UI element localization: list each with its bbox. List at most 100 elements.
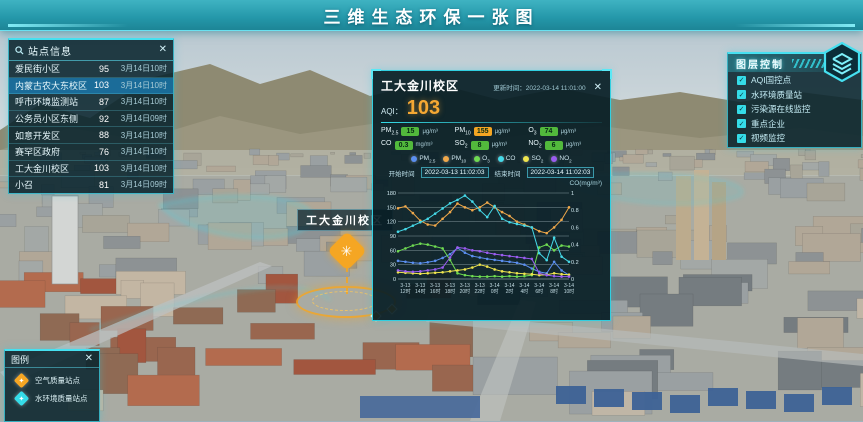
pollutant-value-badge: 0.3 xyxy=(395,141,413,150)
pollutant-unit: μg/m³ xyxy=(495,129,510,135)
marker-ground-ring-inner xyxy=(312,291,378,311)
station-list: 爱民街小区 95 3月14日10时内蒙古农大东校区 103 3月14日10时呼市… xyxy=(9,61,173,194)
layer-item[interactable]: ✓ 水环境质量站 xyxy=(737,88,861,101)
series-legend-toggle[interactable]: PM2.5 xyxy=(411,155,435,163)
corner-decoration xyxy=(371,69,381,79)
series-color-dot xyxy=(551,156,557,162)
aqi-value: 103 xyxy=(407,97,440,120)
checkbox-checked-icon[interactable]: ✓ xyxy=(737,76,746,85)
layer-label: 水环境质量站 xyxy=(751,89,802,101)
station-panel-title: 站点信息 xyxy=(28,43,159,58)
station-row[interactable]: 工大金川校区 103 3月14日10时 xyxy=(9,161,173,178)
legend-marker-icon: ✦ xyxy=(14,391,30,407)
station-row[interactable]: 如意开发区 88 3月14日10时 xyxy=(9,127,173,144)
map-legend-panel: 图例 ✕ ✦ 空气质量站点✦ 水环境质量站点 xyxy=(4,349,100,422)
close-icon[interactable]: ✕ xyxy=(85,354,93,364)
station-aqi: 95 xyxy=(87,64,109,74)
pollutant-value-badge: 15 xyxy=(401,127,419,136)
series-color-dot xyxy=(411,156,417,162)
series-legend-toggle[interactable]: PM10 xyxy=(443,155,466,163)
close-icon[interactable]: ✕ xyxy=(159,45,167,55)
legend-label: 水环境质量站点 xyxy=(35,393,88,404)
header-decoration xyxy=(735,24,855,27)
end-time-input[interactable]: 2022-03-14 11:02:03 xyxy=(527,167,595,178)
pollutant-unit: μg/m³ xyxy=(422,129,437,135)
pollutant-value-badge: 155 xyxy=(474,127,492,136)
legend-label: 空气质量站点 xyxy=(35,375,80,386)
svg-text:0.4: 0.4 xyxy=(571,243,579,249)
svg-text:30: 30 xyxy=(390,263,396,269)
station-row[interactable]: 爱民街小区 95 3月14日10时 xyxy=(9,61,173,78)
station-row[interactable]: 小召 81 3月14日09时 xyxy=(9,177,173,194)
layer-item[interactable]: ✓ 重点企业 xyxy=(737,117,861,130)
svg-text:150: 150 xyxy=(387,205,396,211)
svg-text:3-146时: 3-146时 xyxy=(534,283,544,295)
svg-text:1: 1 xyxy=(571,191,574,197)
close-icon[interactable]: ✕ xyxy=(594,83,602,93)
page-title: 三维生态环保一张图 xyxy=(324,3,540,28)
station-name: 小召 xyxy=(15,178,87,191)
hatch-decoration xyxy=(792,59,826,68)
pollutant-name: SO2 xyxy=(455,140,468,149)
svg-text:3-1312时: 3-1312时 xyxy=(400,283,411,295)
station-row[interactable]: 赛罕区政府 76 3月14日10时 xyxy=(9,144,173,161)
series-legend-toggle[interactable]: CO xyxy=(498,155,516,163)
search-icon xyxy=(15,46,24,55)
pollutant-cell: SO2 8 μg/m³ xyxy=(455,140,529,149)
station-time: 3月14日10时 xyxy=(109,163,167,174)
svg-text:0.2: 0.2 xyxy=(571,260,579,266)
layer-item[interactable]: ✓ 污染源在线监控 xyxy=(737,103,861,116)
svg-text:3-1320时: 3-1320时 xyxy=(460,283,471,295)
pollutant-name: O3 xyxy=(528,127,536,136)
pollutant-unit: μg/m³ xyxy=(561,129,576,135)
svg-text:0: 0 xyxy=(393,277,396,283)
svg-text:3-1322时: 3-1322时 xyxy=(475,283,486,295)
svg-text:120: 120 xyxy=(387,220,396,226)
station-name: 内蒙古农大东校区 xyxy=(15,79,87,92)
svg-text:3-142时: 3-142时 xyxy=(505,283,515,295)
station-time: 3月14日10时 xyxy=(109,63,167,74)
series-legend: PM2.5 PM10 O3 CO SO2 NO2 xyxy=(381,155,602,163)
station-aqi: 76 xyxy=(87,147,109,157)
station-name: 工大金川校区 xyxy=(15,162,87,175)
station-aqi: 92 xyxy=(87,114,109,124)
checkbox-checked-icon[interactable]: ✓ xyxy=(737,90,746,99)
station-name: 公务员小区东侧 xyxy=(15,112,87,125)
svg-text:3-1314时: 3-1314时 xyxy=(415,283,426,295)
station-row[interactable]: 内蒙古农大东校区 103 3月14日10时 xyxy=(9,78,173,95)
station-name: 赛罕区政府 xyxy=(15,145,87,158)
checkbox-checked-icon[interactable]: ✓ xyxy=(737,105,746,114)
station-aqi: 103 xyxy=(87,163,109,173)
popup-title: 工大金川校区 xyxy=(381,77,459,94)
pollutant-value-badge: 6 xyxy=(545,141,563,150)
pollutant-unit: μg/m³ xyxy=(492,142,507,148)
checkbox-checked-icon[interactable]: ✓ xyxy=(737,134,746,143)
svg-text:3-1410时: 3-1410时 xyxy=(564,283,575,295)
pollutant-value-badge: 8 xyxy=(471,141,489,150)
layer-item[interactable]: ✓ 视频监控 xyxy=(737,132,861,145)
pollutant-cell: O3 74 μg/m³ xyxy=(528,127,602,136)
legend-marker-icon: ✦ xyxy=(14,373,30,389)
pollutant-name: PM2.5 xyxy=(381,127,398,136)
legend-item: ✦ 空气质量站点 xyxy=(13,375,99,386)
layers-icon[interactable] xyxy=(822,42,862,82)
station-time: 3月14日10时 xyxy=(109,130,167,141)
layer-label: 污染源在线监控 xyxy=(751,103,811,115)
legend-list: ✦ 空气质量站点✦ 水环境质量站点 xyxy=(5,375,99,404)
station-row[interactable]: 呼市环境监测站 87 3月14日10时 xyxy=(9,94,173,111)
series-legend-toggle[interactable]: NO2 xyxy=(551,155,571,163)
series-legend-toggle[interactable]: SO2 xyxy=(523,155,543,163)
right-axis-label: CO(mg/m³) xyxy=(381,180,602,187)
svg-text:3-144时: 3-144时 xyxy=(519,283,529,295)
series-color-dot xyxy=(523,156,529,162)
layer-label: 视频监控 xyxy=(751,132,785,144)
svg-text:3-1318时: 3-1318时 xyxy=(445,283,456,295)
station-row[interactable]: 公务员小区东侧 92 3月14日09时 xyxy=(9,111,173,128)
pollutant-name: NO2 xyxy=(528,140,541,149)
aqi-label: AQI： xyxy=(381,106,403,117)
checkbox-checked-icon[interactable]: ✓ xyxy=(737,119,746,128)
station-time: 3月14日10时 xyxy=(109,96,167,107)
start-time-input[interactable]: 2022-03-13 11:02:03 xyxy=(421,167,489,178)
update-time: 更新时间：2022-03-14 11:01:00 xyxy=(493,82,593,92)
series-legend-toggle[interactable]: O3 xyxy=(474,155,490,163)
